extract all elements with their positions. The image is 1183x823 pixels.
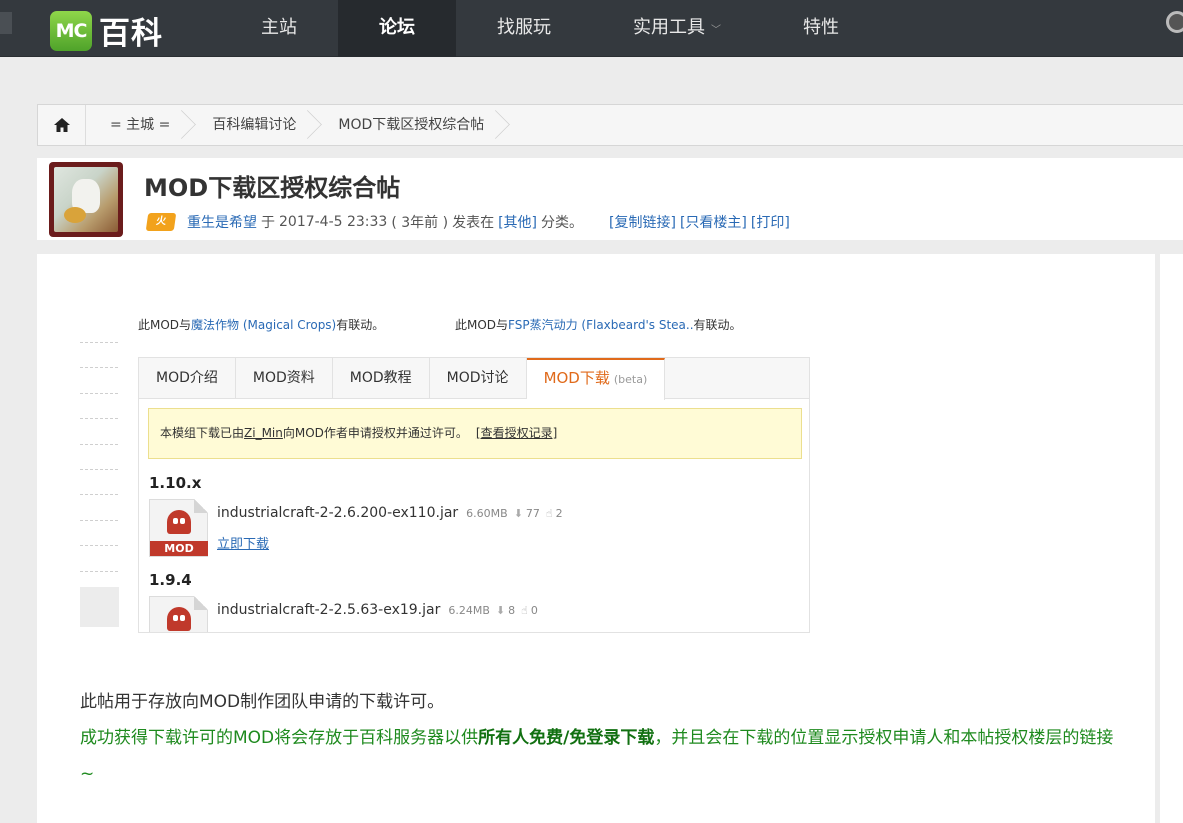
mod-ghost-icon xyxy=(167,607,191,631)
print-button[interactable]: [打印] xyxy=(751,212,790,232)
avatar[interactable] xyxy=(49,162,123,237)
mod-file-icon xyxy=(149,596,208,632)
post-header: MOD下载区授权综合帖 火 重生是希望 于 2017-4-5 23:33 ( 3… xyxy=(37,158,1183,240)
category-link[interactable]: [其他] xyxy=(498,212,537,232)
right-sidebar-edge xyxy=(1160,254,1183,823)
authorizer-link[interactable]: Zi_Min xyxy=(244,426,283,440)
post-body: 此帖用于存放向MOD制作团队申请的下载许可。 成功获得下载许可的MOD将会存放于… xyxy=(80,684,1120,792)
dashed-divider-column xyxy=(80,342,118,596)
notice-text: 本模组下载已由 xyxy=(160,426,245,440)
tab-label: MOD下载 xyxy=(543,369,610,387)
meta-yu: 于 xyxy=(261,215,275,231)
file-size: 6.60MB xyxy=(466,507,508,520)
post-content: 此MOD与魔法作物 (Magical Crops)有联动。 此MOD与FSP蒸汽… xyxy=(37,254,1155,823)
only-op-button[interactable]: [只看楼主] xyxy=(680,212,747,232)
download-now-link[interactable]: 立即下载 xyxy=(217,533,269,552)
like-icon: ☝ xyxy=(521,604,528,617)
corner-tab xyxy=(0,12,12,34)
breadcrumb-item[interactable]: 百科编辑讨论 xyxy=(188,105,314,145)
version-heading: 1.9.4 xyxy=(149,571,192,589)
body-emphasis: 所有人免费/免登录下载 xyxy=(478,728,655,748)
download-count: 77 xyxy=(525,507,540,520)
file-entry: MOD industrialcraft-2-2.6.200-ex110.jar 6… xyxy=(149,499,789,559)
user-level-badge: 火 xyxy=(145,213,177,231)
download-icon: ⬇ xyxy=(495,604,506,617)
post-ago: ( 3年前 ) xyxy=(391,215,449,231)
view-record-link[interactable]: [查看授权记录] xyxy=(476,426,557,440)
tab-mod-tutorial[interactable]: MOD教程 xyxy=(333,358,430,398)
version-heading: 1.10.x xyxy=(149,474,202,492)
mod-tabs: MOD介绍 MOD资料 MOD教程 MOD讨论 MOD下载 (beta) xyxy=(139,358,809,400)
meta-posted: 发表在 xyxy=(452,215,495,231)
nav-item-servers[interactable]: 找服玩 xyxy=(456,0,592,57)
body-paragraph-2: 成功获得下载许可的MOD将会存放于百科服务器以供所有人免费/免登录下载，并且会在… xyxy=(80,720,1120,792)
body-paragraph-1: 此帖用于存放向MOD制作团队申请的下载许可。 xyxy=(80,692,445,712)
copy-link-button[interactable]: [复制链接] xyxy=(609,212,676,232)
chevron-down-icon: ﹀ xyxy=(711,25,721,36)
notice-text: 向MOD作者申请授权并通过许可。 xyxy=(282,426,468,440)
like-count: 0 xyxy=(530,604,538,617)
tab-mod-download[interactable]: MOD下载 (beta) xyxy=(526,358,666,400)
mod-file-icon: MOD xyxy=(149,499,208,557)
nav-label: 特性 xyxy=(803,17,839,38)
tab-mod-discussion[interactable]: MOD讨论 xyxy=(430,358,527,398)
breadcrumb-item[interactable]: MOD下载区授权综合帖 xyxy=(314,105,502,145)
nav-item-main[interactable]: 主站 xyxy=(220,0,338,57)
authorization-notice: 本模组下载已由Zi_Min向MOD作者申请授权并通过许可。 [查看授权记录] xyxy=(148,408,802,459)
nav-item-tools[interactable]: 实用工具 ﹀ xyxy=(592,0,762,57)
file-name: industrialcraft-2-2.6.200-ex110.jar 6.60M… xyxy=(217,505,563,521)
related-text: 有联动。 xyxy=(336,318,385,332)
mod-tag: MOD xyxy=(150,541,208,556)
post-meta: 火 重生是希望 于 2017-4-5 23:33 ( 3年前 ) 发表在 [其他… xyxy=(145,212,790,232)
nav-label: 找服玩 xyxy=(497,17,551,38)
nav-item-features[interactable]: 特性 xyxy=(762,0,880,57)
main-nav: 主站 论坛 找服玩 实用工具 ﹀ 特性 xyxy=(220,0,880,57)
like-count: 2 xyxy=(555,507,563,520)
tab-mod-data[interactable]: MOD资料 xyxy=(236,358,333,398)
home-icon xyxy=(53,118,70,132)
breadcrumb-item[interactable]: = 主城 = xyxy=(86,105,188,145)
like-icon: ☝ xyxy=(545,507,553,520)
tab-mod-intro[interactable]: MOD介绍 xyxy=(139,358,236,398)
breadcrumb: = 主城 = 百科编辑讨论 MOD下载区授权综合帖 xyxy=(37,104,1183,146)
file-entry: industrialcraft-2-2.5.63-ex19.jar 6.24MB ⬇… xyxy=(149,596,789,632)
logo-mc-badge: MC xyxy=(50,10,92,51)
file-name-text: industrialcraft-2-2.5.63-ex19.jar xyxy=(217,602,441,618)
beta-label: (beta) xyxy=(613,373,648,386)
related-text: 有联动。 xyxy=(693,318,742,332)
body-text: 成功获得下载许可的MOD将会存放于百科服务器以供 xyxy=(80,728,479,748)
top-navbar: MC 百科 主站 论坛 找服玩 实用工具 ﹀ 特性 xyxy=(0,0,1183,57)
related-text: 此MOD与 xyxy=(138,318,192,332)
post-time: 2017-4-5 23:33 xyxy=(279,214,388,230)
file-name-text: industrialcraft-2-2.6.200-ex110.jar xyxy=(217,505,459,521)
related-mod-2: 此MOD与FSP蒸汽动力 (Flaxbeard's Stea..有联动。 xyxy=(455,316,742,333)
mod-ghost-icon xyxy=(167,510,191,534)
file-size: 6.24MB xyxy=(448,604,490,617)
avatar-image xyxy=(54,167,118,232)
file-name: industrialcraft-2-2.5.63-ex19.jar 6.24MB ⬇… xyxy=(217,602,538,618)
download-count: 8 xyxy=(508,604,516,617)
page-title: MOD下载区授权综合帖 xyxy=(144,174,401,202)
download-icon: ⬇ xyxy=(513,507,523,520)
nav-label: 论坛 xyxy=(379,17,415,38)
mod-info-embed: MOD介绍 MOD资料 MOD教程 MOD讨论 MOD下载 (beta) 本模组下… xyxy=(138,357,810,633)
gear-icon[interactable] xyxy=(1166,11,1183,33)
logo-text: 百科 xyxy=(99,16,163,52)
related-mod-link[interactable]: FSP蒸汽动力 (Flaxbeard's Stea.. xyxy=(508,318,693,332)
meta-category-suffix: 分类。 xyxy=(541,215,584,231)
nav-label: 主站 xyxy=(261,17,297,38)
nav-item-forum[interactable]: 论坛 xyxy=(338,0,456,57)
related-mod-1: 此MOD与魔法作物 (Magical Crops)有联动。 xyxy=(138,316,384,333)
breadcrumb-home[interactable] xyxy=(38,105,86,145)
nav-label: 实用工具 xyxy=(633,17,705,38)
related-text: 此MOD与 xyxy=(455,318,509,332)
gray-placeholder xyxy=(80,587,119,627)
site-logo[interactable]: MC 百科 xyxy=(50,8,163,53)
author-link[interactable]: 重生是希望 xyxy=(187,212,257,232)
related-mod-link[interactable]: 魔法作物 (Magical Crops) xyxy=(191,318,336,332)
